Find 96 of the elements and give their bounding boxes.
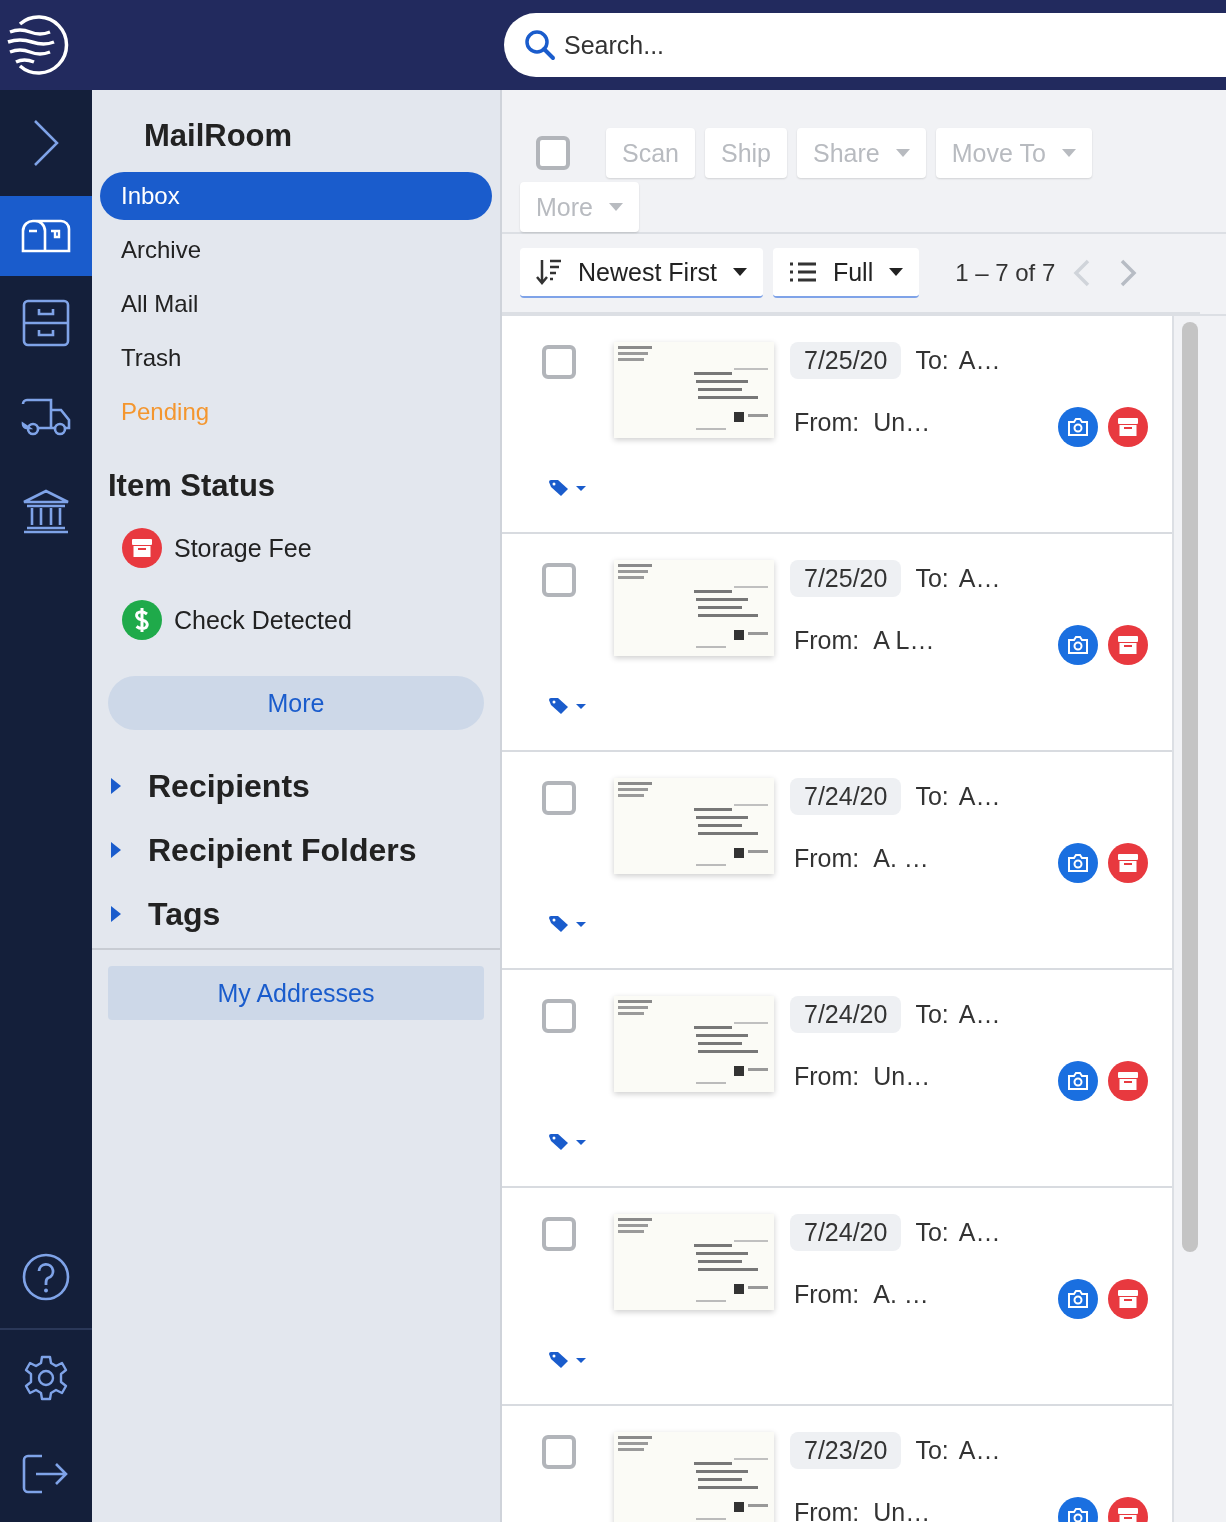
- date-badge: 7/24/20: [790, 996, 902, 1033]
- chevron-right-icon: [32, 118, 60, 168]
- archive-box-icon[interactable]: [1108, 1061, 1148, 1101]
- archive-box-icon: [122, 528, 162, 568]
- sender-name: A. …: [873, 1279, 929, 1309]
- camera-icon[interactable]: [1058, 1061, 1098, 1101]
- view-dropdown[interactable]: Full: [772, 248, 920, 298]
- sender-name: A L…: [873, 625, 935, 655]
- section-toggle[interactable]: Recipient Folders: [92, 818, 500, 882]
- date-badge: 7/23/20: [790, 1432, 902, 1469]
- caret-icon: [110, 777, 122, 795]
- item-checkbox[interactable]: [542, 1435, 576, 1469]
- help-icon: [22, 1253, 70, 1301]
- tag-dropdown-icon[interactable]: [548, 479, 588, 497]
- more-button[interactable]: More: [108, 676, 484, 730]
- status-filter-item[interactable]: Storage Fee: [92, 520, 500, 576]
- mail-item-card[interactable]: 7/24/20 To: A… From: A. …: [502, 1188, 1172, 1406]
- pagination-text: 1 – 7 of 7: [955, 259, 1056, 287]
- camera-icon[interactable]: [1058, 1279, 1098, 1319]
- tag-dropdown-icon[interactable]: [548, 1351, 588, 1369]
- camera-icon[interactable]: [1058, 407, 1098, 447]
- recipient-label: To:: [915, 346, 949, 375]
- item-checkbox[interactable]: [542, 563, 576, 597]
- mail-item-card[interactable]: 7/24/20 To: A… From: A. …: [502, 752, 1172, 970]
- recipient-label: To:: [915, 1436, 949, 1465]
- tag-dropdown-icon[interactable]: [548, 697, 588, 715]
- item-checkbox[interactable]: [542, 1217, 576, 1251]
- section-toggle[interactable]: Recipients: [92, 754, 500, 818]
- filing-cabinet-icon: [22, 299, 70, 347]
- sidebar-title: MailRoom: [143, 117, 294, 155]
- settings-icon: [22, 1354, 70, 1402]
- dollar-icon: [122, 600, 162, 640]
- recipient-label: To:: [915, 782, 949, 811]
- caret-icon: [110, 905, 122, 923]
- list-icon: [788, 262, 817, 282]
- folder-item[interactable]: Archive: [100, 226, 492, 274]
- item-checkbox[interactable]: [542, 999, 576, 1033]
- logout-icon: [22, 1454, 70, 1494]
- item-checkbox[interactable]: [542, 781, 576, 815]
- sender-label: From:: [794, 1061, 860, 1091]
- recipient-label: To:: [915, 1218, 949, 1247]
- search-field[interactable]: Search...: [504, 13, 1226, 77]
- item-checkbox[interactable]: [542, 345, 576, 379]
- caret-down-icon: [895, 149, 910, 157]
- date-badge: 7/24/20: [790, 1214, 902, 1251]
- caret-down-icon: [608, 203, 623, 211]
- sort-icon: [536, 258, 562, 286]
- select-all-checkbox[interactable]: [536, 136, 570, 170]
- date-badge: 7/24/20: [790, 778, 902, 815]
- mail-item-card[interactable]: 7/25/20 To: A… From: A L…: [502, 534, 1172, 752]
- caret-icon: [110, 841, 122, 859]
- tag-dropdown-icon[interactable]: [548, 915, 588, 933]
- sender-label: From:: [794, 1497, 860, 1522]
- recipient-name: A…: [958, 346, 1001, 375]
- mailbox-icon: [21, 219, 71, 253]
- caret-down-icon: [1061, 149, 1076, 157]
- recipient-name: A…: [958, 1000, 1001, 1029]
- mail-item-card[interactable]: 7/24/20 To: A… From: Un…: [502, 970, 1172, 1188]
- archive-box-icon[interactable]: [1108, 843, 1148, 883]
- folder-item[interactable]: Inbox: [100, 172, 492, 220]
- my-addresses-button[interactable]: My Addresses: [108, 966, 484, 1020]
- recipient-label: To:: [915, 1000, 949, 1029]
- sender-name: Un…: [873, 1497, 931, 1522]
- sender-name: Un…: [873, 1061, 931, 1091]
- sender-label: From:: [794, 1279, 860, 1309]
- sort-dropdown[interactable]: Newest First: [520, 248, 763, 298]
- bank-icon: [21, 488, 71, 534]
- status-filter-item[interactable]: Check Detected: [92, 592, 500, 648]
- recipient-label: To:: [915, 564, 949, 593]
- folder-item[interactable]: All Mail: [100, 280, 492, 328]
- caret-down-icon: [889, 268, 904, 276]
- recipient-name: A…: [958, 1436, 1001, 1465]
- sender-name: Un…: [873, 407, 931, 437]
- caret-down-icon: [732, 268, 747, 276]
- sender-label: From:: [794, 625, 860, 655]
- mail-item-card[interactable]: 7/23/20 To: A… From: Un…: [502, 1406, 1172, 1522]
- recipient-name: A…: [958, 564, 1001, 593]
- sender-label: From:: [794, 843, 860, 873]
- mail-item-card[interactable]: 7/25/20 To: A… From: Un…: [502, 316, 1172, 534]
- camera-icon[interactable]: [1058, 625, 1098, 665]
- folder-item[interactable]: Trash: [100, 334, 492, 382]
- archive-box-icon[interactable]: [1108, 1279, 1148, 1319]
- camera-icon[interactable]: [1058, 843, 1098, 883]
- section-toggle[interactable]: Tags: [92, 882, 500, 946]
- recipient-name: A…: [958, 1218, 1001, 1247]
- recipient-name: A…: [958, 782, 1001, 811]
- nav-rail-button[interactable]: [0, 196, 92, 276]
- tag-dropdown-icon[interactable]: [548, 1133, 588, 1151]
- sender-label: From:: [794, 407, 860, 437]
- archive-box-icon[interactable]: [1108, 625, 1148, 665]
- sender-name: A. …: [873, 843, 929, 873]
- truck-icon: [21, 398, 71, 436]
- section-title: Item Status: [107, 467, 277, 505]
- archive-box-icon[interactable]: [1108, 407, 1148, 447]
- date-badge: 7/25/20: [790, 342, 902, 379]
- date-badge: 7/25/20: [790, 560, 902, 597]
